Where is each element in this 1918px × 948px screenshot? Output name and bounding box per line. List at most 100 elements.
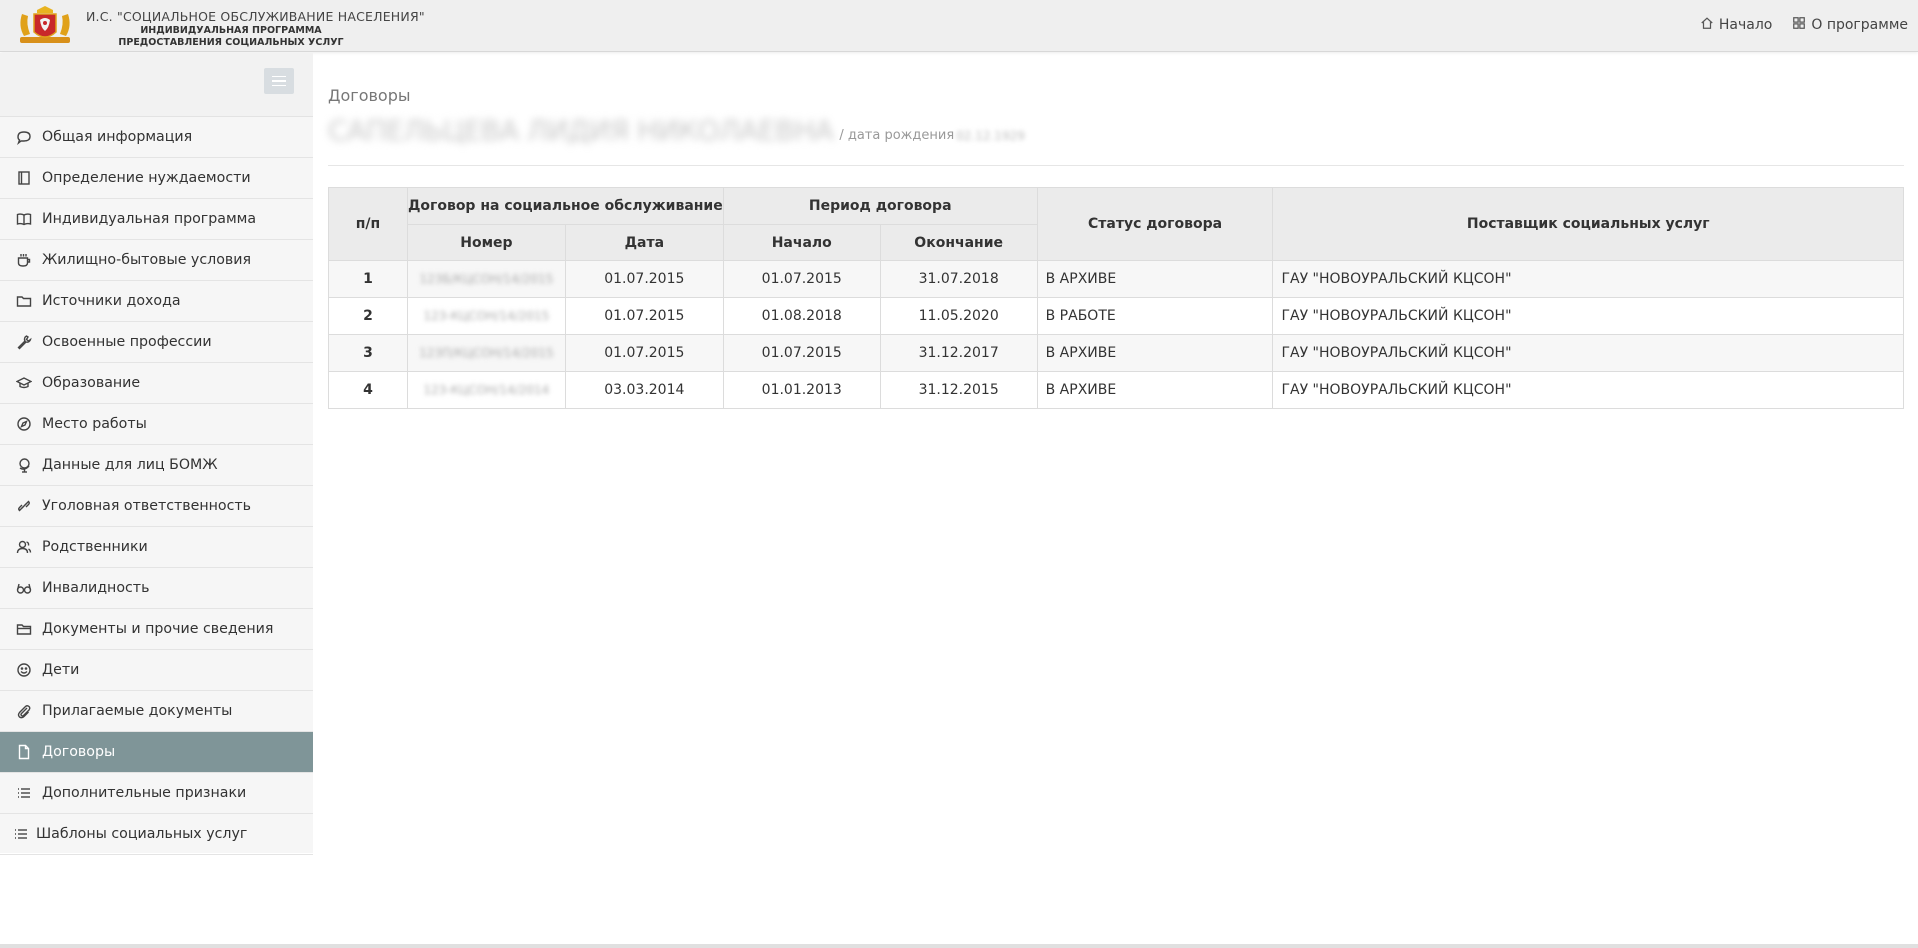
cell-start: 01.08.2018 xyxy=(722,297,881,335)
notebook-icon xyxy=(15,169,33,187)
cup-icon xyxy=(15,251,33,269)
app-subtitle-2: ПРЕДОСТАВЛЕНИЯ СОЦИАЛЬНЫХ УСЛУГ xyxy=(118,37,344,48)
sidebar-item-children[interactable]: Дети xyxy=(0,650,313,691)
app-brand: И.С. "СОЦИАЛЬНОЕ ОБСЛУЖИВАНИЕ НАСЕЛЕНИЯ"… xyxy=(86,9,425,48)
sidebar-item-label: Дополнительные признаки xyxy=(42,785,247,801)
sidebar-top xyxy=(0,53,313,117)
cell-status: В АРХИВЕ xyxy=(1036,334,1274,372)
col-header-end: Окончание xyxy=(879,224,1038,261)
cell-start: 01.01.2013 xyxy=(722,371,881,409)
cell-index: 3 xyxy=(328,334,408,372)
home-link-label: Начало xyxy=(1718,17,1773,33)
sidebar-item-label: Договоры xyxy=(42,744,116,760)
table-row[interactable]: 4 123-КЦСОН/14/2014 03.03.2014 01.01.201… xyxy=(328,371,1904,409)
sidebar-item-income-sources[interactable]: Источники дохода xyxy=(0,281,313,322)
table-row[interactable]: 2 123-КЦСОН/14/2015 01.07.2015 01.08.201… xyxy=(328,297,1904,335)
cell-index: 2 xyxy=(328,297,408,335)
col-header-contract-group: Договор на социальное обслуживание xyxy=(406,187,724,225)
graduation-cap-icon xyxy=(15,374,33,392)
cell-end: 31.12.2015 xyxy=(879,371,1038,409)
sidebar-item-label: Определение нуждаемости xyxy=(42,170,251,186)
cell-date: 01.07.2015 xyxy=(564,334,724,372)
sidebar-item-label: Дети xyxy=(42,662,80,678)
sidebar-menu: Общая информация Определение нуждаемости… xyxy=(0,117,313,855)
sidebar-item-label: Индивидуальная программа xyxy=(42,211,257,227)
home-icon xyxy=(1700,16,1714,34)
sidebar-toggle-button[interactable] xyxy=(264,68,294,94)
folder-open-icon xyxy=(15,620,33,638)
col-header-date: Дата xyxy=(564,224,724,261)
sidebar-item-workplace[interactable]: Место работы xyxy=(0,404,313,445)
person-name: САПЕЛЬЦЕВА ЛИДИЯ НИКОЛАЕВНА xyxy=(328,114,834,147)
table-row[interactable]: 3 123П/КЦСОН/14/2015 01.07.2015 01.07.20… xyxy=(328,334,1904,372)
about-link[interactable]: О программе xyxy=(1792,16,1908,34)
sidebar-item-needs[interactable]: Определение нуждаемости xyxy=(0,158,313,199)
cell-date: 03.03.2014 xyxy=(564,371,724,409)
table-row[interactable]: 1 123Б/КЦСОН/14/2015 01.07.2015 01.07.20… xyxy=(328,260,1904,298)
cell-number: 123Б/КЦСОН/14/2015 xyxy=(419,272,554,286)
sidebar-item-attached-documents[interactable]: Прилагаемые документы xyxy=(0,691,313,732)
person-header: САПЕЛЬЦЕВА ЛИДИЯ НИКОЛАЕВНА / дата рожде… xyxy=(328,114,1904,166)
main-content: Договоры САПЕЛЬЦЕВА ЛИДИЯ НИКОЛАЕВНА / д… xyxy=(328,53,1904,409)
coat-of-arms-logo xyxy=(16,4,74,46)
col-header-status: Статус договора xyxy=(1036,187,1274,261)
cell-start: 01.07.2015 xyxy=(722,260,881,298)
app-subtitle-1: ИНДИВИДУАЛЬНАЯ ПРОГРАММА xyxy=(140,25,322,36)
col-header-period-group: Период договора xyxy=(722,187,1038,225)
cell-index: 1 xyxy=(328,260,408,298)
home-link[interactable]: Начало xyxy=(1700,16,1772,34)
cell-number: 123П/КЦСОН/14/2015 xyxy=(419,346,554,360)
paperclip-icon xyxy=(15,702,33,720)
col-header-start: Начало xyxy=(722,224,881,261)
list-icon xyxy=(12,825,30,843)
top-header: И.С. "СОЦИАЛЬНОЕ ОБСЛУЖИВАНИЕ НАСЕЛЕНИЯ"… xyxy=(0,0,1918,52)
sidebar-item-additional-attributes[interactable]: Дополнительные признаки xyxy=(0,773,313,814)
sidebar-item-individual-program[interactable]: Индивидуальная программа xyxy=(0,199,313,240)
grid-icon xyxy=(1792,16,1806,34)
glasses-icon xyxy=(15,579,33,597)
compass-icon xyxy=(15,415,33,433)
col-header-index: п/п xyxy=(328,187,408,261)
sidebar-item-label: Данные для лиц БОМЖ xyxy=(42,457,218,473)
sidebar-item-general-info[interactable]: Общая информация xyxy=(0,117,313,158)
sidebar-item-relatives[interactable]: Родственники xyxy=(0,527,313,568)
sidebar-item-service-templates[interactable]: Шаблоны социальных услуг xyxy=(0,814,313,855)
cell-date: 01.07.2015 xyxy=(564,260,724,298)
sidebar-item-criminal-liability[interactable]: Уголовная ответственность xyxy=(0,486,313,527)
about-link-label: О программе xyxy=(1811,17,1908,33)
cell-index: 4 xyxy=(328,371,408,409)
link-icon xyxy=(15,497,33,515)
smile-icon xyxy=(15,661,33,679)
sidebar-item-professions[interactable]: Освоенные профессии xyxy=(0,322,313,363)
sidebar-item-label: Место работы xyxy=(42,416,147,432)
folder-icon xyxy=(15,292,33,310)
sidebar-item-homeless-data[interactable]: Данные для лиц БОМЖ xyxy=(0,445,313,486)
sidebar-item-label: Шаблоны социальных услуг xyxy=(36,826,248,842)
cell-number: 123-КЦСОН/14/2015 xyxy=(423,309,550,323)
cell-end: 31.07.2018 xyxy=(879,260,1038,298)
cell-provider: ГАУ "НОВОУРАЛЬСКИЙ КЦСОН" xyxy=(1272,371,1904,409)
sidebar-item-education[interactable]: Образование xyxy=(0,363,313,404)
sidebar-item-label: Образование xyxy=(42,375,141,391)
cell-end: 11.05.2020 xyxy=(879,297,1038,335)
sidebar-item-documents-other[interactable]: Документы и прочие сведения xyxy=(0,609,313,650)
sidebar-item-contracts[interactable]: Договоры xyxy=(0,732,313,773)
sidebar-item-label: Родственники xyxy=(42,539,148,555)
cell-status: В РАБОТЕ xyxy=(1036,297,1274,335)
sidebar-item-label: Прилагаемые документы xyxy=(42,703,233,719)
col-header-provider: Поставщик социальных услуг xyxy=(1272,187,1904,261)
sidebar-item-disability[interactable]: Инвалидность xyxy=(0,568,313,609)
app-title: И.С. "СОЦИАЛЬНОЕ ОБСЛУЖИВАНИЕ НАСЕЛЕНИЯ" xyxy=(86,9,425,24)
footer-divider xyxy=(0,944,1918,948)
contracts-table: п/п Договор на социальное обслуживание П… xyxy=(328,187,1904,409)
globe-icon xyxy=(15,456,33,474)
dob-value: 02.12.1929 xyxy=(956,129,1025,143)
sidebar-item-label: Освоенные профессии xyxy=(42,334,212,350)
cell-start: 01.07.2015 xyxy=(722,334,881,372)
cell-date: 01.07.2015 xyxy=(564,297,724,335)
list-icon xyxy=(15,784,33,802)
document-icon xyxy=(15,743,33,761)
sidebar-item-living-conditions[interactable]: Жилищно-бытовые условия xyxy=(0,240,313,281)
sidebar-item-label: Жилищно-бытовые условия xyxy=(42,252,251,268)
sidebar-item-label: Общая информация xyxy=(42,129,193,145)
